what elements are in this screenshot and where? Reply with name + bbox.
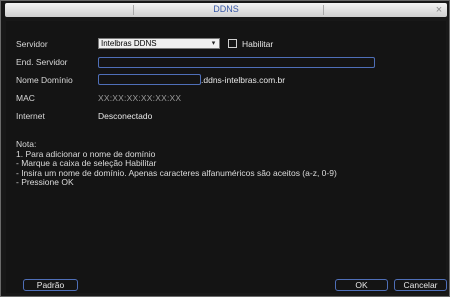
servidor-label: Servidor: [16, 39, 48, 49]
servidor-select-value: Intelbras DDNS: [101, 39, 157, 48]
mac-label: MAC: [16, 93, 35, 103]
nome-dominio-label: Nome Domínio: [16, 75, 73, 85]
note-line: - Pressione OK: [16, 177, 74, 187]
internet-status: Desconectado: [98, 111, 153, 121]
note-block: Nota: 1. Para adicionar o nome de domíni…: [16, 139, 337, 188]
default-button[interactable]: Padrão: [23, 279, 78, 291]
internet-label: Internet: [16, 111, 45, 121]
domain-suffix: .ddns-intelbras.com.br: [201, 75, 286, 85]
servidor-select[interactable]: Intelbras DDNS ▾: [98, 38, 220, 49]
chevron-down-icon: ▾: [211, 40, 216, 47]
ddns-dialog: DDNS × Servidor Intelbras DDNS ▾ Habilit…: [0, 0, 450, 297]
close-icon[interactable]: ×: [433, 3, 445, 17]
end-servidor-label: End. Servidor: [16, 57, 68, 67]
mac-value: XX:XX:XX:XX:XX:XX: [98, 93, 182, 103]
habilitar-checkbox[interactable]: [228, 39, 237, 48]
cancel-button[interactable]: Cancelar: [394, 279, 447, 291]
ok-button[interactable]: OK: [335, 279, 388, 291]
end-servidor-input[interactable]: [98, 57, 375, 68]
window-title: DDNS: [213, 4, 239, 14]
nome-dominio-input[interactable]: [98, 74, 201, 85]
title-bar[interactable]: DDNS ×: [5, 3, 447, 17]
habilitar-label: Habilitar: [242, 39, 274, 49]
